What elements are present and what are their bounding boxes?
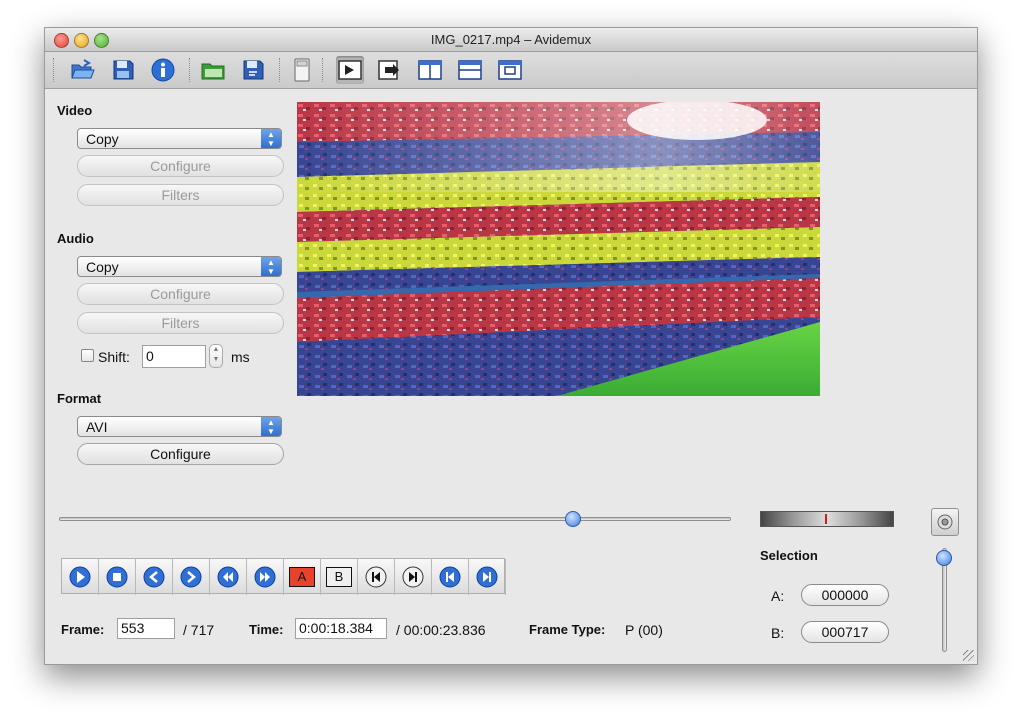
audio-codec-value: Copy — [86, 259, 119, 275]
shift-unit: ms — [231, 349, 250, 365]
set-marker-a-icon[interactable]: A — [284, 559, 321, 595]
audio-heading: Audio — [57, 231, 94, 246]
previous-frame-icon[interactable] — [136, 559, 173, 595]
previous-keyframe-icon[interactable] — [210, 559, 247, 595]
resize-grip[interactable] — [963, 650, 974, 661]
frame-type-label: Frame Type: — [529, 622, 606, 637]
output-arrow-icon[interactable] — [376, 56, 404, 84]
marker-b-value[interactable]: 000717 — [801, 621, 889, 643]
previous-black-frame-icon[interactable] — [432, 559, 469, 595]
play-icon[interactable] — [62, 559, 99, 595]
open-folder-icon[interactable] — [199, 56, 227, 84]
audio-codec-select[interactable]: Copy ▲ ▼ — [77, 256, 282, 277]
main-window: IMG_0217.mp4 – Avidemux Video Copy ▲ ▼ C… — [44, 27, 978, 665]
volume-slider-thumb[interactable] — [936, 550, 952, 567]
audio-filters-button[interactable]: Filters — [77, 312, 284, 334]
marker-a-value[interactable]: 000000 — [801, 584, 889, 606]
shift-input[interactable]: 0 — [142, 345, 206, 368]
goto-marker-b-icon[interactable] — [395, 559, 432, 595]
next-black-frame-icon[interactable] — [469, 559, 506, 595]
goto-marker-a-icon[interactable] — [358, 559, 395, 595]
toolbar-separator — [279, 58, 282, 82]
save-icon[interactable] — [109, 56, 137, 84]
split-horizontal-icon[interactable] — [456, 56, 484, 84]
time-label: Time: — [249, 622, 284, 637]
next-keyframe-icon[interactable] — [247, 559, 284, 595]
format-configure-button[interactable]: Configure — [77, 443, 284, 465]
save-as-icon[interactable] — [239, 56, 267, 84]
frame-input[interactable]: 553 — [117, 618, 175, 639]
timeline-slider-thumb[interactable] — [565, 511, 582, 527]
video-codec-value: Copy — [86, 131, 119, 147]
format-heading: Format — [57, 391, 102, 406]
jog-shuttle[interactable] — [760, 511, 894, 527]
format-value: AVI — [86, 419, 108, 435]
time-input[interactable]: 0:00:18.384 — [295, 618, 387, 639]
marker-b-label: B: — [771, 625, 785, 641]
jog-indicator — [825, 514, 827, 524]
video-output-icon[interactable] — [336, 56, 364, 84]
time-total: / 00:00:23.836 — [396, 622, 486, 638]
shift-label: Shift: — [98, 349, 130, 365]
shift-stepper[interactable]: ▲ ▼ — [209, 344, 223, 368]
toolbar-grip — [53, 58, 56, 82]
video-preview — [297, 102, 820, 396]
set-marker-a-label: A — [289, 567, 315, 587]
info-icon[interactable] — [149, 56, 177, 84]
window-title: IMG_0217.mp4 – Avidemux — [430, 32, 592, 47]
playback-controls: AB — [61, 558, 506, 595]
shift-checkbox[interactable] — [81, 349, 94, 362]
set-marker-b-icon[interactable]: B — [321, 559, 358, 595]
video-configure-button[interactable]: Configure — [77, 155, 284, 177]
toolbar-separator — [189, 58, 192, 82]
select-arrows-icon: ▲ ▼ — [261, 129, 281, 148]
format-select[interactable]: AVI ▲ ▼ — [77, 416, 282, 437]
frame-type-value: P (00) — [625, 622, 663, 638]
select-arrows-icon: ▲ ▼ — [261, 417, 281, 436]
display-frame-icon[interactable] — [496, 56, 524, 84]
audio-configure-button[interactable]: Configure — [77, 283, 284, 305]
title-bar: IMG_0217.mp4 – Avidemux — [45, 28, 977, 52]
select-arrows-icon: ▲ ▼ — [261, 257, 281, 276]
frame-label: Frame: — [61, 622, 105, 637]
timeline-track[interactable] — [59, 517, 731, 521]
toolbar — [45, 52, 977, 89]
frame-total: / 717 — [183, 622, 215, 638]
stop-icon[interactable] — [99, 559, 136, 595]
calculator-icon[interactable] — [288, 56, 316, 84]
video-codec-select[interactable]: Copy ▲ ▼ — [77, 128, 282, 149]
speaker-icon[interactable] — [931, 508, 959, 536]
video-heading: Video — [57, 103, 93, 118]
next-frame-icon[interactable] — [173, 559, 210, 595]
marker-a-label: A: — [771, 588, 785, 604]
video-filters-button[interactable]: Filters — [77, 184, 284, 206]
toolbar-separator — [322, 58, 325, 82]
split-vertical-icon[interactable] — [416, 56, 444, 84]
open-icon[interactable] — [69, 56, 97, 84]
set-marker-b-label: B — [326, 567, 352, 587]
selection-heading: Selection — [760, 548, 818, 563]
stadium-frame-image — [297, 102, 820, 396]
